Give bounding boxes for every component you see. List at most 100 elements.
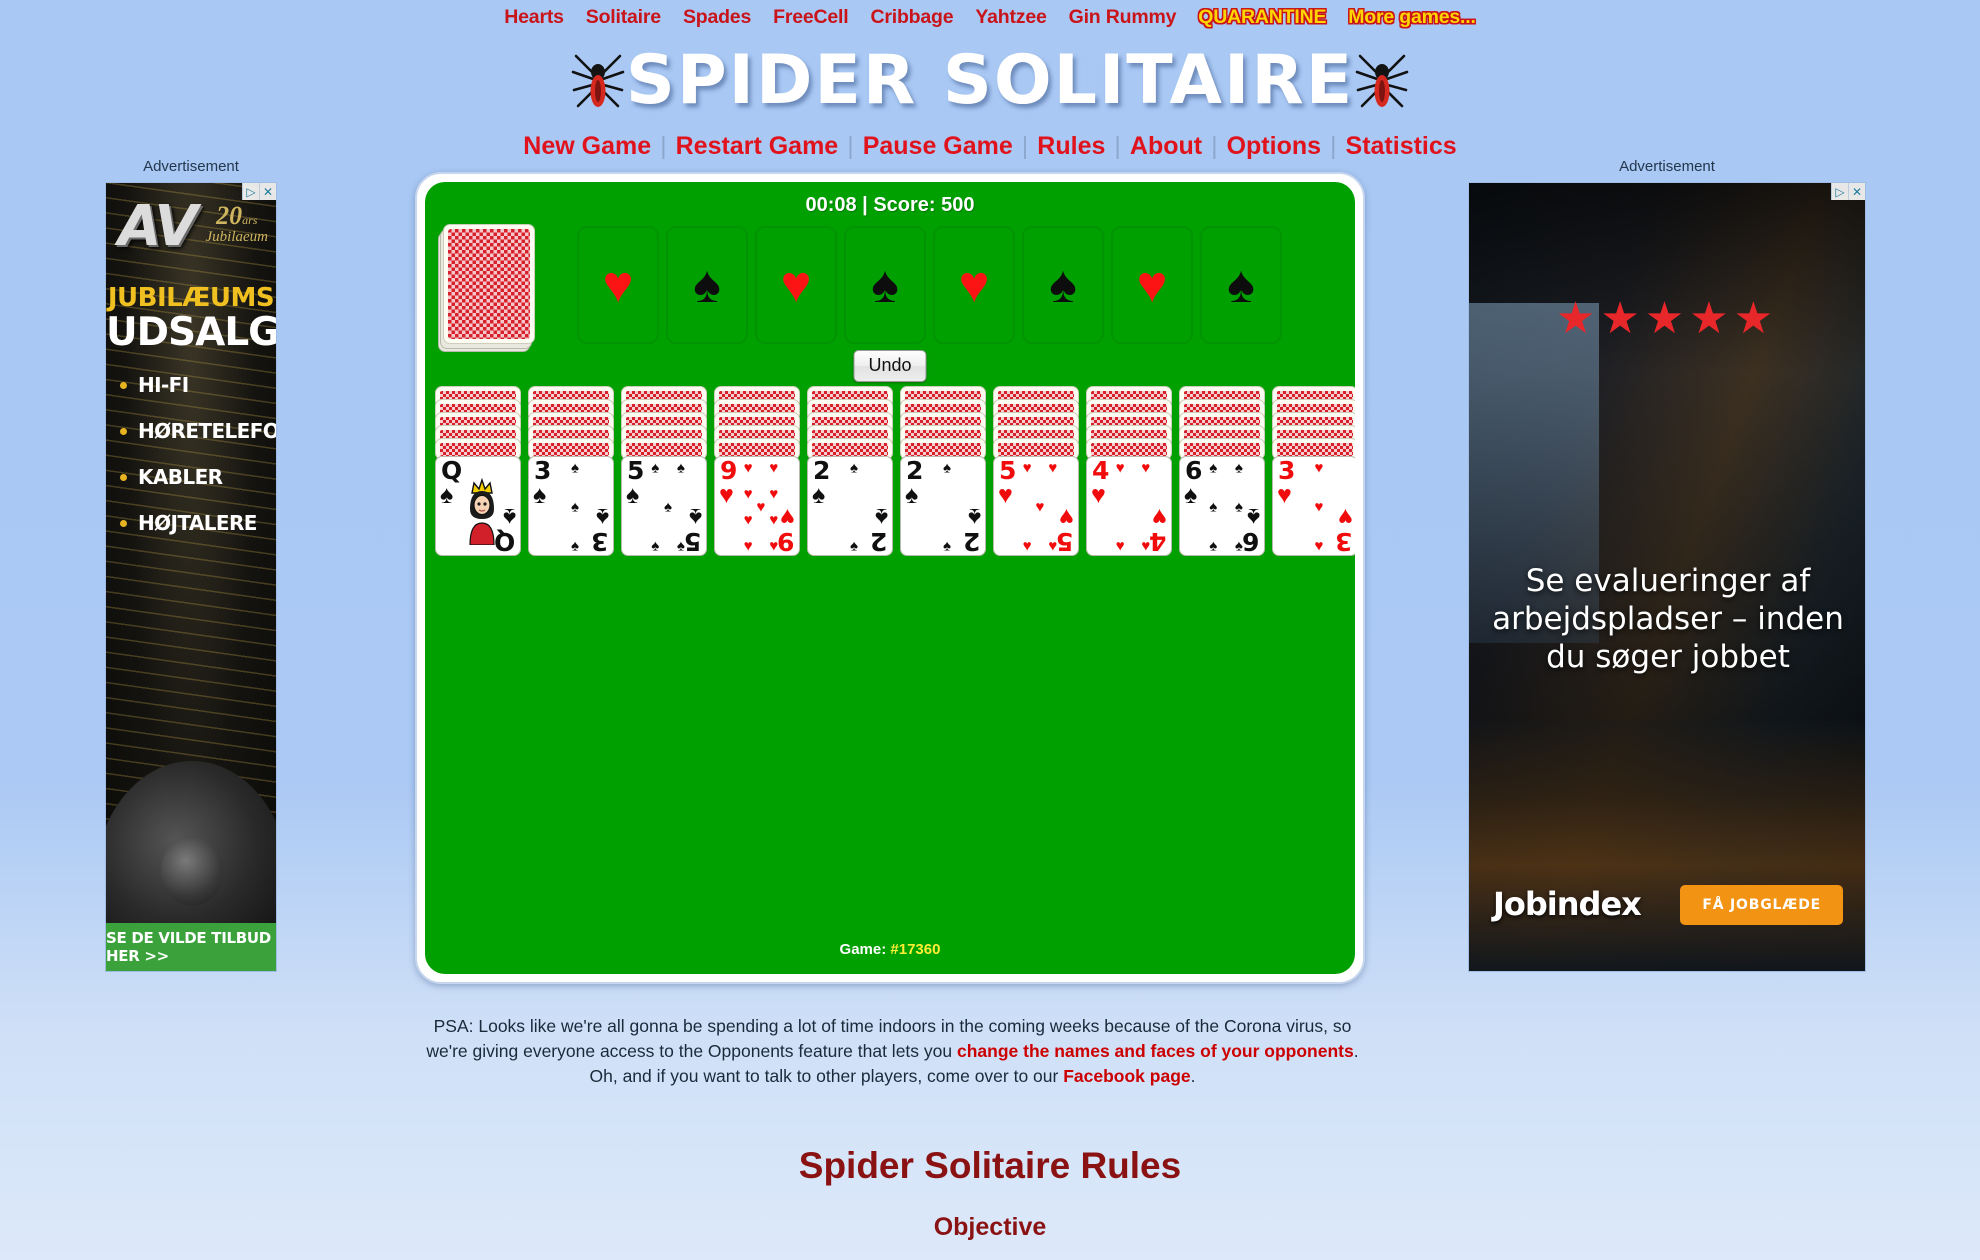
nav-link-yahtzee[interactable]: Yahtzee [975,6,1046,29]
hearts-pip-icon: ♥ [743,485,753,503]
nav-link-spades[interactable]: Spades [683,6,751,29]
faceup-card-2-spades[interactable]: 2 ♠ 2 ♠ ♠ ♠ [900,456,986,556]
adchoices-right[interactable]: ▷ ✕ [1831,183,1865,200]
ad-left-cta-button[interactable]: SE DE VILDE TILBUD HER >> [106,923,276,971]
foundation-slot-hearts-2[interactable]: ♥ [755,226,837,344]
faceup-card-3-hearts[interactable]: 3 ♥ 3 ♥ ♥ ♥ ♥ [1272,456,1355,556]
spades-pip-icon: ♠ [1234,459,1243,477]
game-number: Game: #17360 [425,941,1355,958]
undo-button[interactable]: Undo [853,350,927,382]
faceup-card-2-spades[interactable]: 2 ♠ 2 ♠ ♠ ♠ [807,456,893,556]
card-pip-layout: ♠ ♠ [834,461,874,553]
menu-rules[interactable]: Rules [1037,132,1105,161]
nav-link-more-games[interactable]: More games... [1348,6,1476,29]
foundation-slot-hearts-6[interactable]: ♥ [1111,226,1193,344]
menu-pause-game[interactable]: Pause Game [863,132,1013,161]
psa-link-opponents[interactable]: change the names and faces of your oppon… [957,1041,1354,1061]
page-title-text: SPIDER SOLITAIRE [625,41,1355,120]
nav-link-freecell[interactable]: FreeCell [773,6,849,29]
game-board-frame: 00:08 | Score: 500 ♥ ♠ ♥ ♠ ♥ ♠ ♥ ♠ Undo Q ♠ Q ♠ 3 ♠ 3… [415,172,1365,984]
hearts-pip-icon: ♥ [743,537,753,555]
advertisement-right[interactable]: ★★★★★ Se evalueringer af arbejdspladser … [1468,182,1866,972]
nav-link-hearts[interactable]: Hearts [504,6,564,29]
faceup-card-5-spades[interactable]: 5 ♠ 5 ♠ ♠ ♠ ♠ ♠ ♠ [621,456,707,556]
hearts-pip-icon: ♥ [769,459,779,477]
adchoices-close-icon[interactable]: ✕ [1848,183,1865,200]
menu-separator: | [660,132,667,160]
nav-link-solitaire[interactable]: Solitaire [586,6,661,29]
hearts-pip-icon: ♥ [1048,537,1058,555]
faceup-card-6-spades[interactable]: 6 ♠ 6 ♠ ♠ ♠ ♠ ♠ ♠ ♠ [1179,456,1265,556]
nav-link-cribbage[interactable]: Cribbage [870,6,953,29]
card-back-pattern [626,443,702,456]
hearts-suit-icon: ♥ [780,503,795,531]
hearts-pip-icon: ♥ [769,485,779,503]
menu-about[interactable]: About [1130,132,1202,161]
game-menu: New Game | Restart Game | Pause Game | R… [0,132,1980,161]
foundation-slot-spades-5[interactable]: ♠ [1022,226,1104,344]
card-rank-top: 2 [813,456,831,485]
hearts-suit-icon: ♥ [719,481,734,509]
foundation-slot-spades-3[interactable]: ♠ [844,226,926,344]
faceup-card-9-hearts[interactable]: 9 ♥ 9 ♥ ♥ ♥ ♥ ♥ ♥ ♥ ♥ ♥ ♥ [714,456,800,556]
foundation-slot-spades-1[interactable]: ♠ [666,226,748,344]
card-rank-top: 5 [627,456,645,485]
nav-link-gin-rummy[interactable]: Gin Rummy [1069,6,1177,29]
game-board[interactable]: 00:08 | Score: 500 ♥ ♠ ♥ ♠ ♥ ♠ ♥ ♠ Undo Q ♠ Q ♠ 3 ♠ 3… [425,182,1355,974]
menu-statistics[interactable]: Statistics [1346,132,1457,161]
adchoices-play-icon[interactable]: ▷ [242,183,259,200]
adchoices-play-icon[interactable]: ▷ [1831,183,1848,200]
advertisement-left[interactable]: AV 20ars Jubilaeum JUBILÆUMS UDSALG HI-F… [105,182,277,972]
stock-pile[interactable] [438,224,538,352]
menu-separator: | [1330,132,1337,160]
hearts-pip-icon: ♥ [756,498,766,516]
hearts-pip-icon: ♥ [769,511,779,529]
hearts-suit-icon: ♥ [1059,503,1074,531]
card-rank-top: 6 [1185,456,1203,485]
hearts-suit-icon: ♥ [998,481,1013,509]
spades-pip-icon: ♠ [1234,537,1243,555]
card-rank-top: 5 [999,456,1017,485]
foundation-slot-hearts-4[interactable]: ♥ [933,226,1015,344]
psa-notice: PSA: Looks like we're all gonna be spend… [420,1014,1365,1089]
foundation-slot-spades-7[interactable]: ♠ [1200,226,1282,344]
menu-restart-game[interactable]: Restart Game [676,132,839,161]
spades-pip-icon: ♠ [943,537,951,555]
ad-bullet-item: HI-FI [120,373,270,397]
hearts-pip-icon: ♥ [1022,459,1032,477]
card-rank-top: 4 [1092,456,1110,485]
card-back-pattern [1184,443,1260,456]
card-pip-layout: ♠ ♠ ♠ [555,461,595,553]
faceup-card-5-hearts[interactable]: 5 ♥ 5 ♥ ♥ ♥ ♥ ♥ ♥ [993,456,1079,556]
adchoices-close-icon[interactable]: ✕ [259,183,276,200]
card-back-pattern [533,443,609,456]
spades-pip-icon: ♠ [943,459,951,477]
rules-subheading: Objective [933,1212,1047,1241]
faceup-card-Q-spades[interactable]: Q ♠ Q ♠ [435,456,521,556]
hearts-pip-icon: ♥ [1048,459,1058,477]
nav-link-quarantine[interactable]: QUARANTINE [1198,6,1326,29]
faceup-card-3-spades[interactable]: 3 ♠ 3 ♠ ♠ ♠ ♠ [528,456,614,556]
adchoices-left[interactable]: ▷ ✕ [242,183,276,200]
card-pip-layout: ♥ ♥ ♥ ♥ [1113,461,1153,553]
faceup-card-4-hearts[interactable]: 4 ♥ 4 ♥ ♥ ♥ ♥ ♥ [1086,456,1172,556]
card-pip-layout: ♥ ♥ ♥ [1299,461,1339,553]
spades-pip-icon: ♠ [571,537,579,555]
menu-separator: | [1211,132,1218,160]
ad-left-headline-1: JUBILÆUMS [107,283,275,313]
stock-card-back[interactable] [443,224,535,344]
menu-separator: | [847,132,854,160]
ad-label-left: Advertisement [143,158,239,175]
hearts-suit-icon: ♥ [1091,481,1106,509]
hearts-pip-icon: ♥ [743,511,753,529]
psa-link-facebook[interactable]: Facebook page [1063,1066,1190,1086]
spades-pip-icon: ♠ [676,537,685,555]
spider-icon [1354,46,1410,116]
card-rank-top: 9 [720,456,738,485]
foundation-slot-hearts-0[interactable]: ♥ [577,226,659,344]
ad-right-cta-button[interactable]: FÅ JOBGLÆDE [1680,885,1843,925]
menu-options[interactable]: Options [1227,132,1321,161]
menu-separator: | [1114,132,1121,160]
menu-new-game[interactable]: New Game [523,132,651,161]
office-floor-image [1469,721,1865,971]
